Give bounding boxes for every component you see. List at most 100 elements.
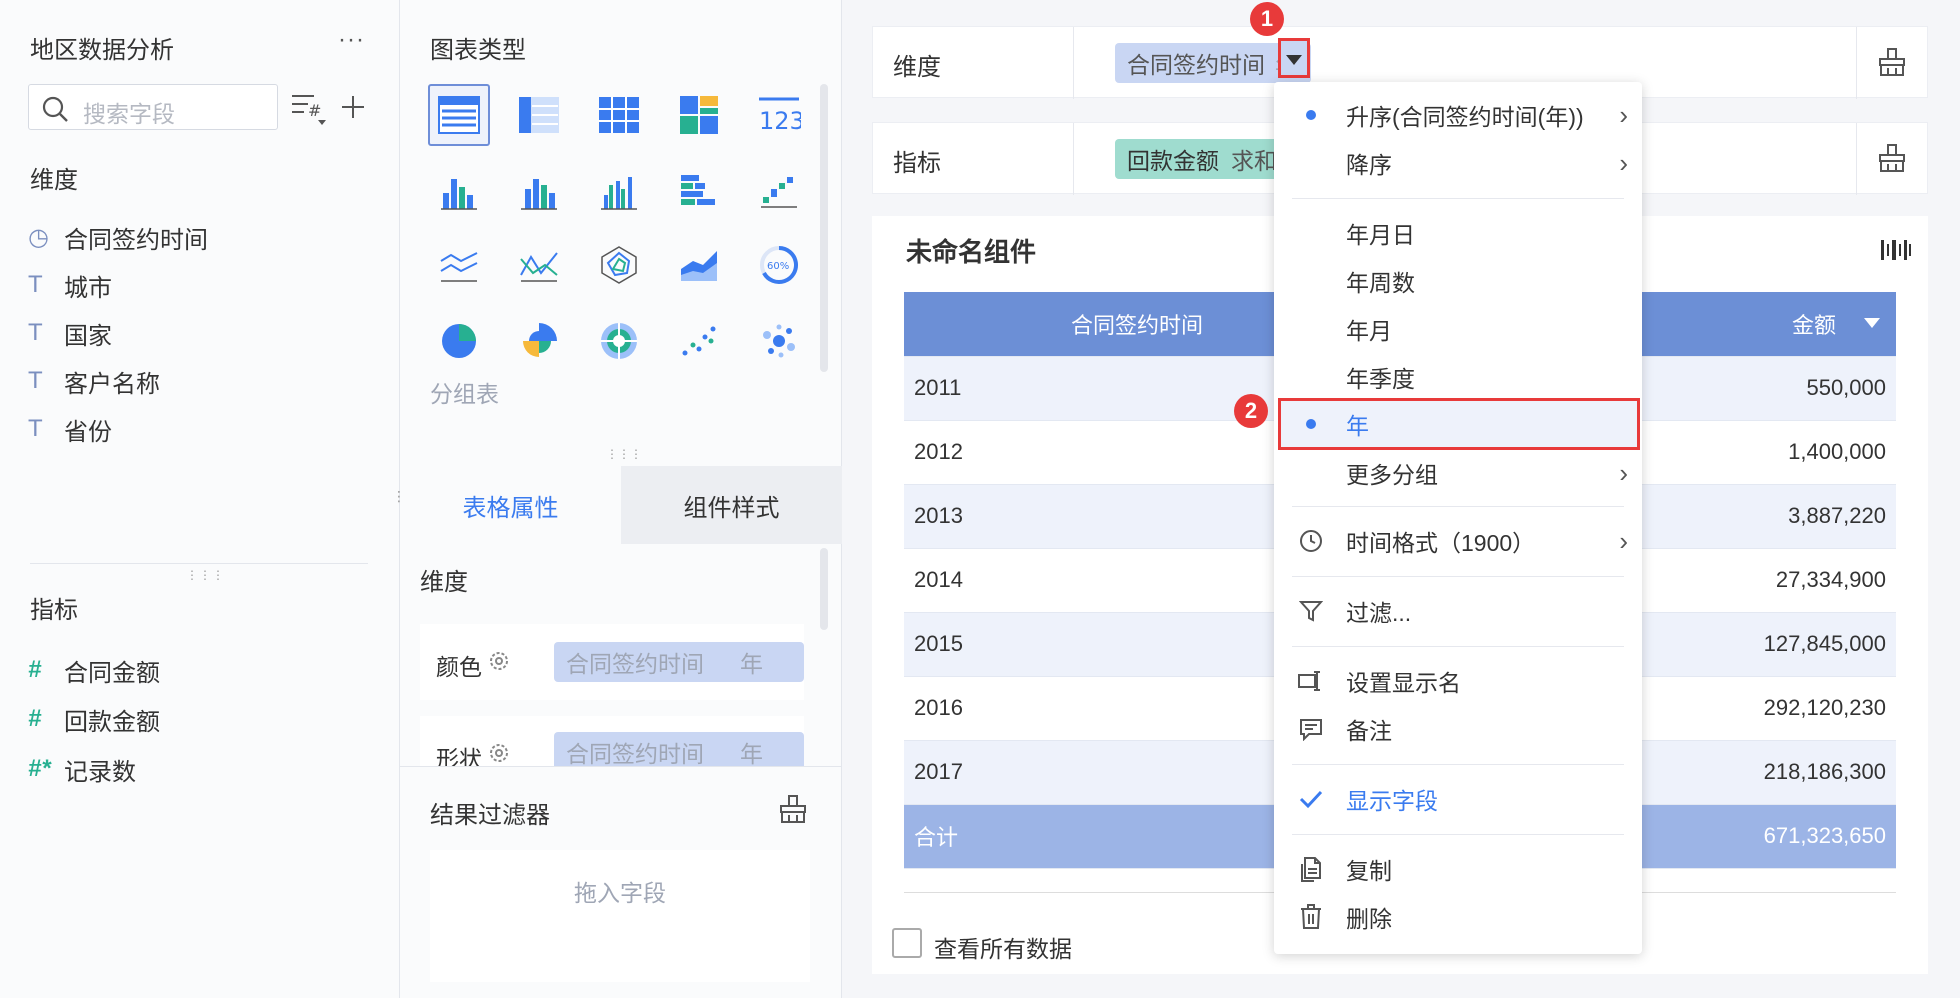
menu-item-year-quarter[interactable]: 年季度 (1274, 354, 1642, 400)
pie-chart-icon[interactable] (428, 310, 490, 372)
stacked-bar-icon[interactable] (428, 160, 490, 222)
gear-icon[interactable] (488, 650, 510, 672)
shape-label: 形状 (436, 746, 482, 766)
color-field-pill[interactable]: 合同签约时间 年 (554, 642, 804, 682)
menu-item-label: 年 (1346, 413, 1369, 439)
dimension-row-label: 维度 (893, 54, 941, 81)
filter-icon (1296, 596, 1326, 626)
tab-widget-style[interactable]: 组件样式 (621, 466, 842, 544)
comment-icon (1296, 714, 1326, 744)
field-label: 省份 (64, 418, 112, 446)
search-icon (42, 96, 68, 122)
waterfall-icon[interactable] (748, 160, 810, 222)
menu-item-label: 删除 (1346, 906, 1392, 932)
menu-item-copy[interactable]: 复制 (1274, 846, 1642, 892)
menu-item-year[interactable]: 年 (1278, 398, 1640, 450)
text-type-icon: T (28, 319, 43, 346)
group-table-label: 分组表 (430, 381, 499, 407)
area-chart-icon[interactable] (668, 234, 730, 296)
menu-item-set-display-name[interactable]: 设置显示名 (1274, 658, 1642, 704)
check-icon (1296, 784, 1326, 814)
field-label: 合同签约时间 (64, 226, 208, 254)
kpi-number-icon[interactable]: 123 (748, 84, 810, 146)
tag-field: 回款金额 (1127, 148, 1219, 174)
field-item-country[interactable]: T 国家 (28, 313, 112, 353)
shape-field-pill[interactable]: 合同签约时间 年 (554, 732, 804, 766)
field-sort-icon[interactable]: # (290, 90, 330, 126)
field-item-customer[interactable]: T 客户名称 (28, 361, 160, 401)
dimension-dropdown-toggle[interactable] (1278, 38, 1310, 78)
scatter-chart-icon[interactable] (668, 310, 730, 372)
properties-scrollbar[interactable] (820, 548, 828, 630)
menu-item-time-format[interactable]: 时间格式（1900） › (1274, 518, 1642, 564)
field-item-record-count[interactable]: #* 记录数 (28, 749, 136, 789)
metric-row-label: 指标 (893, 150, 941, 177)
caret-down-icon[interactable] (1864, 318, 1880, 328)
row-separator (1856, 27, 1857, 99)
menu-item-label: 更多分组 (1346, 462, 1438, 488)
menu-item-label: 年季度 (1346, 366, 1415, 392)
add-field-icon[interactable] (340, 94, 366, 120)
menu-item-label: 年月日 (1346, 222, 1415, 248)
radar-chart-icon[interactable] (588, 234, 650, 296)
field-label: 城市 (64, 274, 112, 302)
pill-unit: 年 (740, 741, 763, 766)
menu-item-delete[interactable]: 删除 (1274, 894, 1642, 940)
multi-line-icon[interactable] (508, 234, 570, 296)
cross-table-icon[interactable] (508, 84, 570, 146)
rose-chart-icon[interactable] (508, 310, 570, 372)
menu-item-ymd[interactable]: 年月日 (1274, 210, 1642, 256)
tab-table-properties[interactable]: 表格属性 (400, 466, 621, 544)
count-type-icon: #* (28, 755, 51, 782)
sunburst-icon[interactable] (588, 310, 650, 372)
menu-item-label: 年周数 (1346, 270, 1415, 296)
gauge-chart-icon[interactable]: 60% (748, 234, 810, 296)
view-all-label: 查看所有数据 (934, 936, 1072, 962)
menu-item-show-field[interactable]: 显示字段 (1274, 776, 1642, 822)
section-divider (400, 766, 842, 767)
menu-item-descending[interactable]: 降序 › (1274, 140, 1642, 186)
pill-unit: 年 (740, 651, 763, 677)
grouped-bar-icon[interactable] (588, 160, 650, 222)
bar-chart-icon[interactable] (508, 160, 570, 222)
menu-item-ascending[interactable]: 升序(合同签约时间(年)) › (1274, 92, 1642, 138)
field-context-menu: 升序(合同签约时间(年)) › 降序 › 年月日 年周数 年月 年季度 年 更多… (1274, 82, 1642, 954)
menu-item-more-group[interactable]: 更多分组 › (1274, 450, 1642, 496)
resize-handle[interactable]: ⋮⋮⋮ (186, 568, 225, 582)
row-separator (1073, 27, 1074, 99)
menu-item-year-week[interactable]: 年周数 (1274, 258, 1642, 304)
field-item-city[interactable]: T 城市 (28, 265, 112, 305)
detail-table-icon[interactable] (588, 84, 650, 146)
field-item-payment-amount[interactable]: # 回款金额 (28, 699, 160, 739)
clear-brush-icon[interactable] (778, 794, 808, 824)
clear-brush-icon[interactable] (1877, 47, 1907, 77)
metric-section-label: 指标 (30, 597, 78, 624)
barcode-icon[interactable] (1880, 238, 1912, 262)
selected-dot (1296, 100, 1326, 130)
panel-resize-handle[interactable]: ⋮ (392, 488, 406, 505)
menu-item-label: 设置显示名 (1346, 670, 1461, 696)
line-chart-icon[interactable] (428, 234, 490, 296)
svg-text:123: 123 (759, 107, 801, 135)
search-input[interactable]: 搜索字段 (28, 84, 278, 130)
view-all-checkbox[interactable] (892, 928, 922, 958)
field-label: 回款金额 (64, 708, 160, 736)
menu-item-filter[interactable]: 过滤... (1274, 588, 1642, 634)
horizontal-bar-icon[interactable] (668, 160, 730, 222)
menu-item-note[interactable]: 备注 (1274, 706, 1642, 752)
more-options-icon[interactable]: ··· (338, 26, 365, 54)
field-item-province[interactable]: T 省份 (28, 409, 112, 449)
field-item-contract-amount[interactable]: # 合同金额 (28, 650, 160, 690)
chart-type-scrollbar[interactable] (820, 84, 828, 372)
filter-drop-zone[interactable]: 拖入字段 (430, 850, 810, 982)
menu-divider (1292, 646, 1624, 647)
resize-handle[interactable]: ⋮⋮⋮ (606, 447, 642, 461)
group-table-icon[interactable] (428, 84, 490, 146)
gear-icon[interactable] (488, 742, 510, 764)
treemap-icon[interactable] (668, 84, 730, 146)
field-item-contract-time[interactable]: ◷ 合同签约时间 (28, 217, 208, 257)
clear-brush-icon[interactable] (1877, 143, 1907, 173)
menu-item-year-month[interactable]: 年月 (1274, 306, 1642, 352)
bubble-chart-icon[interactable] (748, 310, 810, 372)
menu-item-label: 降序 (1346, 152, 1392, 178)
